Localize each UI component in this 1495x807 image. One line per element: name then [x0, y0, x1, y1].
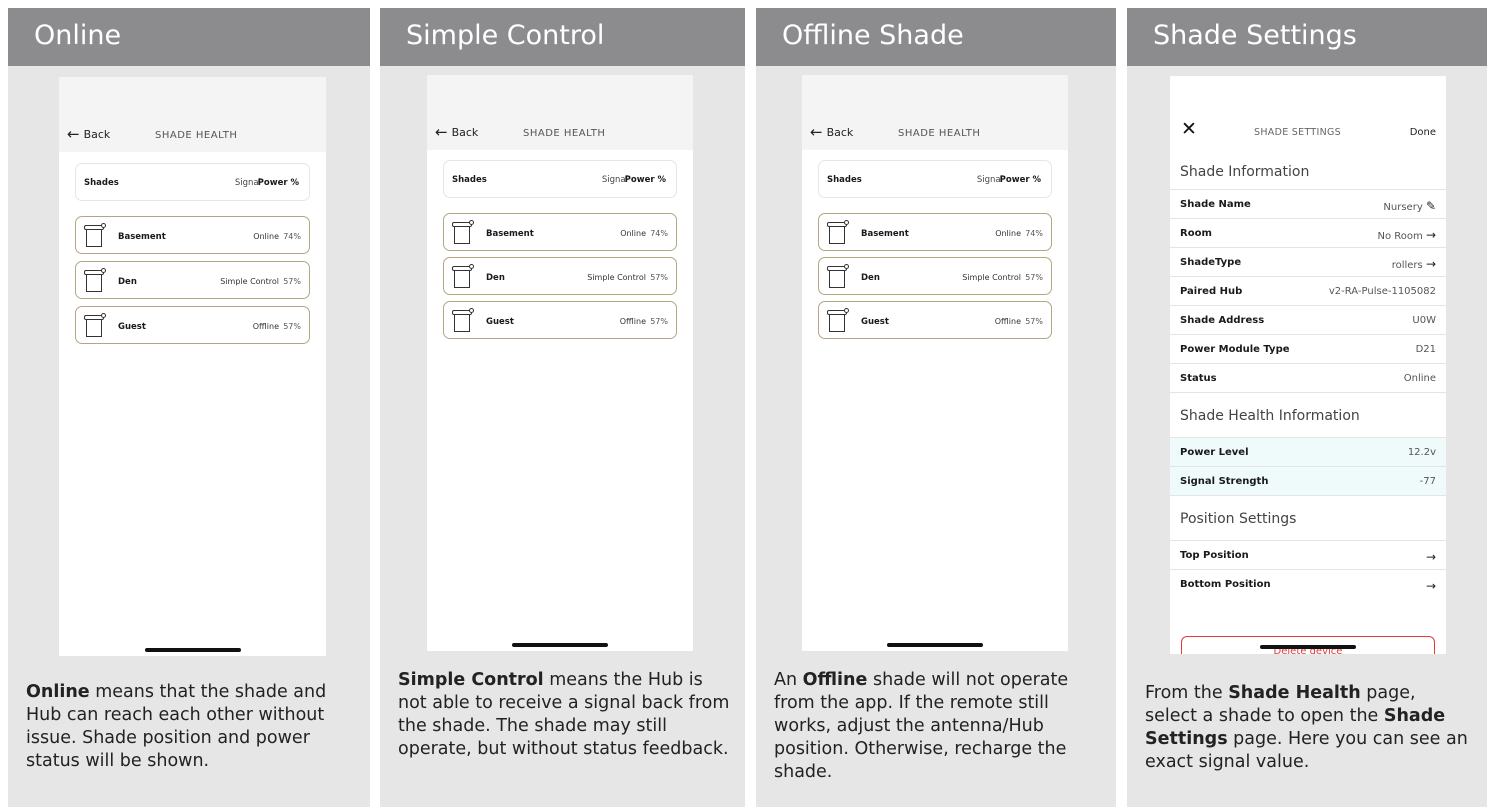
panel-online: Online ← Back SHADE HEALTH Shades Signal… — [8, 8, 370, 807]
panel-title: Offline Shade — [756, 8, 1116, 66]
row-top-position[interactable]: Top Position → — [1170, 541, 1446, 570]
screen-title: SHADE SETTINGS — [1254, 127, 1341, 138]
panel-description: An Offline shade will not operate from t… — [774, 670, 1069, 782]
shade-row-guest[interactable]: Guest Offline 57% — [818, 301, 1052, 339]
row-power-level: Power Level 12.2v — [1170, 438, 1446, 467]
row-room[interactable]: Room No Room → — [1170, 219, 1446, 248]
row-shade-address: Shade Address U0W — [1170, 306, 1446, 335]
panel-description: Online means that the shade and Hub can … — [26, 682, 327, 771]
phone-screen: ← Back SHADE HEALTH Shades Signal Power … — [59, 77, 326, 656]
panel-offline-shade: Offline Shade ← Back SHADE HEALTH Shades… — [756, 8, 1116, 807]
nav-bar: ✕ SHADE SETTINGS Done — [1170, 109, 1446, 151]
shade-row-guest[interactable]: Guest Offline 57% — [75, 306, 310, 344]
panel-shade-settings: Shade Settings ✕ SHADE SETTINGS Done Sha… — [1127, 8, 1487, 807]
panel-description: Simple Control means the Hub is not able… — [398, 670, 730, 759]
phone-screen: ✕ SHADE SETTINGS Done Shade Information … — [1170, 76, 1446, 654]
arrow-left-icon: ← — [810, 123, 823, 141]
back-button[interactable]: ← Back — [810, 123, 853, 141]
back-button[interactable]: ← Back — [435, 123, 478, 141]
shade-row-basement[interactable]: Basement Online 74% — [75, 216, 310, 254]
shade-icon — [827, 264, 849, 288]
row-status: Status Online — [1170, 364, 1446, 393]
panel-description: From the Shade Health page, select a sha… — [1145, 683, 1468, 772]
panel-title: Simple Control — [380, 8, 745, 66]
panel-title: Online — [8, 8, 370, 66]
shade-icon — [84, 313, 106, 337]
section-shade-health-information: Shade Health Information — [1170, 393, 1446, 438]
close-icon[interactable]: ✕ — [1181, 120, 1197, 139]
shade-row-basement[interactable]: Basement Online 74% — [443, 213, 677, 251]
shade-icon — [84, 223, 106, 247]
nav-bar: ← Back SHADE HEALTH — [802, 120, 1068, 150]
panel-simple-control: Simple Control ← Back SHADE HEALTH Shade… — [380, 8, 745, 807]
screen-title: SHADE HEALTH — [898, 128, 981, 139]
screen-title: SHADE HEALTH — [523, 128, 606, 139]
pencil-icon: ✎ — [1425, 199, 1436, 213]
shade-icon — [452, 220, 474, 244]
nav-bar: ← Back SHADE HEALTH — [59, 122, 326, 152]
row-bottom-position[interactable]: Bottom Position → — [1170, 570, 1446, 599]
shade-row-basement[interactable]: Basement Online 74% — [818, 213, 1052, 251]
arrow-right-icon: → — [1425, 579, 1436, 593]
phone-screen: ← Back SHADE HEALTH Shades Signal Power … — [427, 75, 693, 651]
arrow-left-icon: ← — [67, 125, 80, 143]
home-indicator — [512, 643, 608, 647]
back-button[interactable]: ← Back — [67, 125, 110, 143]
shade-row-guest[interactable]: Guest Offline 57% — [443, 301, 677, 339]
home-indicator — [1260, 645, 1356, 649]
shade-icon — [84, 268, 106, 292]
nav-bar: ← Back SHADE HEALTH — [427, 120, 693, 150]
row-shade-type[interactable]: ShadeType rollers → — [1170, 248, 1446, 277]
screen-title: SHADE HEALTH — [155, 130, 238, 141]
home-indicator — [887, 643, 983, 647]
shade-row-den[interactable]: Den Simple Control 57% — [75, 261, 310, 299]
shades-header: Shades Signal Power % — [818, 160, 1052, 198]
shades-header: Shades Signal Power % — [75, 163, 310, 201]
row-shade-name[interactable]: Shade Name Nursery ✎ — [1170, 190, 1446, 219]
arrow-right-icon: → — [1425, 257, 1436, 271]
section-shade-information: Shade Information — [1170, 151, 1446, 190]
shade-icon — [452, 308, 474, 332]
row-paired-hub: Paired Hub v2-RA-Pulse-1105082 — [1170, 277, 1446, 306]
row-signal-strength: Signal Strength -77 — [1170, 467, 1446, 496]
done-button[interactable]: Done — [1410, 127, 1436, 138]
arrow-right-icon: → — [1425, 550, 1436, 564]
arrow-left-icon: ← — [435, 123, 448, 141]
row-power-module-type: Power Module Type D21 — [1170, 335, 1446, 364]
arrow-right-icon: → — [1425, 228, 1436, 242]
home-indicator — [144, 648, 241, 652]
section-position-settings: Position Settings — [1170, 496, 1446, 541]
shade-icon — [827, 220, 849, 244]
shade-icon — [452, 264, 474, 288]
phone-screen: ← Back SHADE HEALTH Shades Signal Power … — [802, 75, 1068, 651]
shades-header: Shades Signal Power % — [443, 160, 677, 198]
shade-row-den[interactable]: Den Simple Control 57% — [818, 257, 1052, 295]
shade-row-den[interactable]: Den Simple Control 57% — [443, 257, 677, 295]
panel-title: Shade Settings — [1127, 8, 1487, 66]
shade-icon — [827, 308, 849, 332]
